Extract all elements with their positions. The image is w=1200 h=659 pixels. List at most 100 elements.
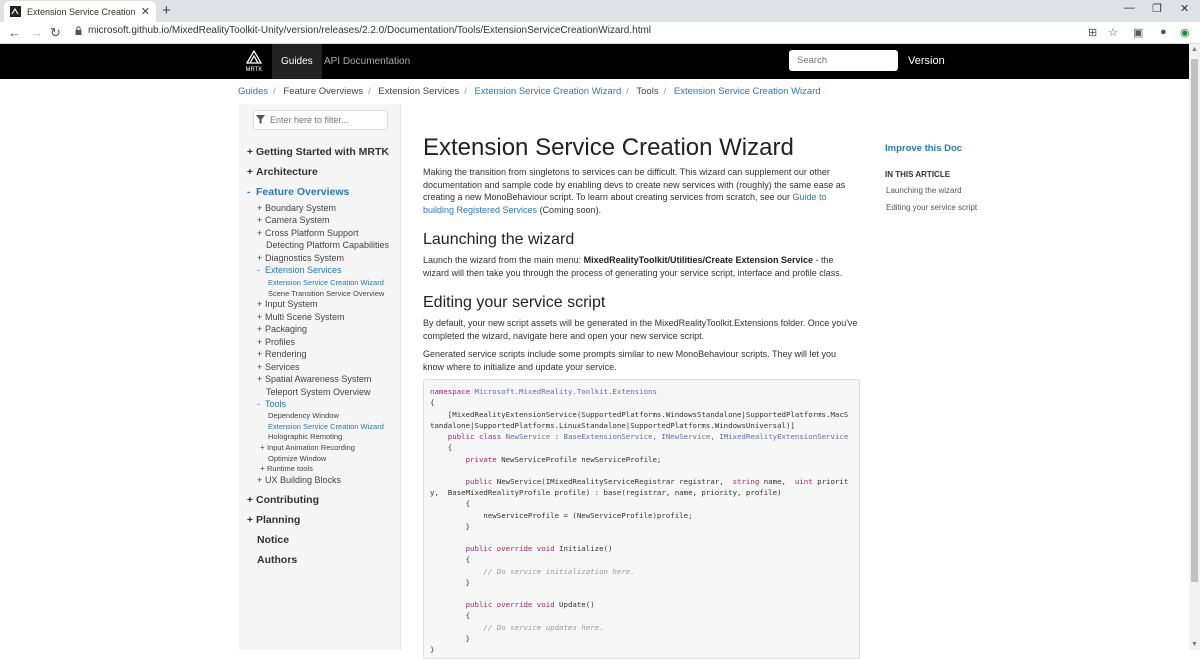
toc-item-cross-platform[interactable]: + Cross Platform Support	[257, 228, 359, 238]
toc-item-scene-transition[interactable]: Scene Transition Service Overview	[268, 289, 384, 298]
back-icon[interactable]: ←	[8, 25, 21, 40]
toc-item-diagnostics[interactable]: + Diagnostics System	[257, 253, 344, 263]
breadcrumb-item[interactable]: Tools	[636, 86, 658, 97]
code-line: newServiceProfile = (NewServiceProfile)p…	[430, 511, 693, 520]
translate-icon[interactable]: ⊞	[1088, 26, 1097, 39]
sync-icon[interactable]: ◉	[1180, 26, 1190, 39]
toc-item-detecting-platform[interactable]: Detecting Platform Capabilities	[266, 240, 389, 250]
toc-item-multi-scene[interactable]: + Multi Scene System	[257, 312, 345, 322]
toc-item-ext-wizard[interactable]: Extension Service Creation Wizard	[268, 278, 384, 287]
in-this-article-heading: IN THIS ARTICLE	[885, 170, 951, 179]
extension-icon[interactable]: ▣	[1133, 26, 1143, 39]
toc-item-rendering[interactable]: + Rendering	[257, 349, 307, 359]
scroll-up-icon[interactable]: ▲	[1191, 46, 1198, 53]
code-line: }	[430, 522, 471, 531]
toc-item-boundary-system[interactable]: + Boundary System	[257, 203, 336, 213]
article-link-editing[interactable]: Editing your service script	[886, 203, 977, 212]
code-line: {	[430, 443, 453, 452]
tab-close-icon[interactable]: ✕	[141, 5, 150, 18]
article-link-launching[interactable]: Launching the wizard	[886, 186, 962, 195]
expand-icon[interactable]: +	[257, 324, 265, 334]
expand-icon[interactable]: +	[257, 349, 265, 359]
toc-item-tools[interactable]: - Tools	[257, 399, 286, 409]
expand-icon[interactable]: +	[257, 215, 265, 225]
window-close-icon[interactable]: ✕	[1180, 2, 1189, 15]
toc-item-authors[interactable]: Authors	[257, 554, 297, 566]
toc-item-teleport[interactable]: Teleport System Overview	[266, 387, 371, 397]
code-line: {	[430, 499, 471, 508]
toc-item-input-system[interactable]: + Input System	[257, 299, 318, 309]
sidebar: +Getting Started with MRTK +Architecture…	[239, 104, 401, 650]
profile-icon[interactable]: ●	[1160, 26, 1167, 38]
toc-item-camera-system[interactable]: + Camera System	[257, 215, 330, 225]
code-line: {	[430, 555, 471, 564]
toc-item-feature-overviews[interactable]: - Feature Overviews	[247, 186, 349, 198]
expand-icon[interactable]: +	[260, 464, 267, 473]
search-input[interactable]	[789, 50, 898, 71]
url-field[interactable]: microsoft.github.io/MixedRealityToolkit-…	[74, 25, 651, 36]
version-dropdown[interactable]: Version	[908, 44, 945, 79]
scroll-down-icon[interactable]: ▼	[1191, 641, 1198, 648]
expand-icon[interactable]: +	[257, 362, 265, 372]
expand-icon[interactable]: +	[257, 337, 265, 347]
edit-paragraph-1: By default, your new script assets will …	[423, 318, 858, 341]
code-line: {	[430, 398, 435, 407]
expand-icon[interactable]: +	[257, 253, 265, 263]
minimize-icon[interactable]: —	[1124, 2, 1135, 14]
expand-icon[interactable]: +	[247, 147, 256, 158]
code-line: {	[430, 611, 471, 620]
reload-icon[interactable]: ↻	[50, 25, 61, 41]
expand-icon[interactable]: +	[257, 299, 265, 309]
improve-doc-link[interactable]: Improve this Doc	[885, 143, 962, 154]
nav-guides[interactable]: Guides	[272, 44, 322, 79]
code-comment: // Do service updates here.	[430, 623, 604, 632]
breadcrumb-item[interactable]: Feature Overviews	[283, 86, 363, 97]
code-line: public override void Update()	[430, 600, 595, 609]
toc-item-tools-ext-wizard[interactable]: Extension Service Creation Wizard	[268, 422, 384, 431]
toc-item-extension-services[interactable]: - Extension Services	[257, 265, 342, 275]
collapse-icon[interactable]: -	[257, 399, 265, 409]
expand-icon[interactable]: +	[257, 312, 265, 322]
expand-icon[interactable]: +	[247, 495, 256, 506]
expand-icon[interactable]: +	[247, 515, 256, 526]
toc-item-packaging[interactable]: + Packaging	[257, 324, 307, 334]
toc-item-services[interactable]: + Services	[257, 362, 300, 372]
bookmark-star-icon[interactable]: ☆	[1108, 26, 1118, 39]
mrtk-logo[interactable]: MRTK	[242, 47, 266, 77]
breadcrumb-item[interactable]: Extension Service Creation Wizard	[674, 86, 821, 97]
expand-icon[interactable]: +	[260, 443, 267, 452]
breadcrumb-item[interactable]: Extension Services	[378, 86, 459, 97]
expand-icon[interactable]: +	[257, 475, 265, 485]
filter-input[interactable]	[253, 110, 388, 130]
toc-item-getting-started[interactable]: + Getting Started with MRTK	[247, 146, 389, 158]
nav-api-documentation[interactable]: API Documentation	[324, 44, 410, 79]
toc-item-ux-building-blocks[interactable]: + UX Building Blocks	[257, 475, 341, 485]
forward-icon[interactable]: →	[30, 25, 43, 40]
maximize-icon[interactable]: ❐	[1152, 2, 1162, 15]
code-line: y, BaseMixedRealityProfile profile) : ba…	[430, 488, 782, 497]
expand-icon[interactable]: +	[257, 228, 265, 238]
breadcrumb-item[interactable]: Extension Service Creation Wizard	[474, 86, 621, 97]
expand-icon[interactable]: +	[247, 167, 256, 178]
intro-paragraph: Making the transition from singletons to…	[423, 167, 846, 215]
page-scrollbar[interactable]: ▲ ▼	[1189, 44, 1200, 650]
new-tab-icon[interactable]: +	[162, 2, 171, 19]
toc-item-spatial-awareness[interactable]: + Spatial Awareness System	[257, 374, 371, 384]
toc-item-optimize-window[interactable]: Optimize Window	[268, 454, 326, 463]
toc-item-input-animation[interactable]: + Input Animation Recording	[260, 443, 355, 452]
collapse-icon[interactable]: -	[247, 187, 256, 198]
toc-item-contributing[interactable]: + Contributing	[247, 494, 319, 506]
toc-item-notice[interactable]: Notice	[257, 534, 289, 546]
toc-item-dependency-window[interactable]: Dependency Window	[268, 411, 339, 420]
collapse-icon[interactable]: -	[257, 265, 265, 275]
expand-icon[interactable]: +	[257, 374, 265, 384]
toc-item-runtime-tools[interactable]: + Runtime tools	[260, 464, 313, 473]
toc-item-profiles[interactable]: + Profiles	[257, 337, 295, 347]
expand-icon[interactable]: +	[257, 203, 265, 213]
breadcrumb-item[interactable]: Guides	[238, 86, 268, 97]
scrollbar-thumb[interactable]	[1191, 59, 1198, 582]
browser-tab[interactable]: Extension Service Creation Wizar ✕	[4, 1, 156, 22]
toc-item-architecture[interactable]: + Architecture	[247, 166, 318, 178]
toc-item-holographic-remoting[interactable]: Holographic Remoting	[268, 432, 342, 441]
toc-item-planning[interactable]: + Planning	[247, 514, 300, 526]
